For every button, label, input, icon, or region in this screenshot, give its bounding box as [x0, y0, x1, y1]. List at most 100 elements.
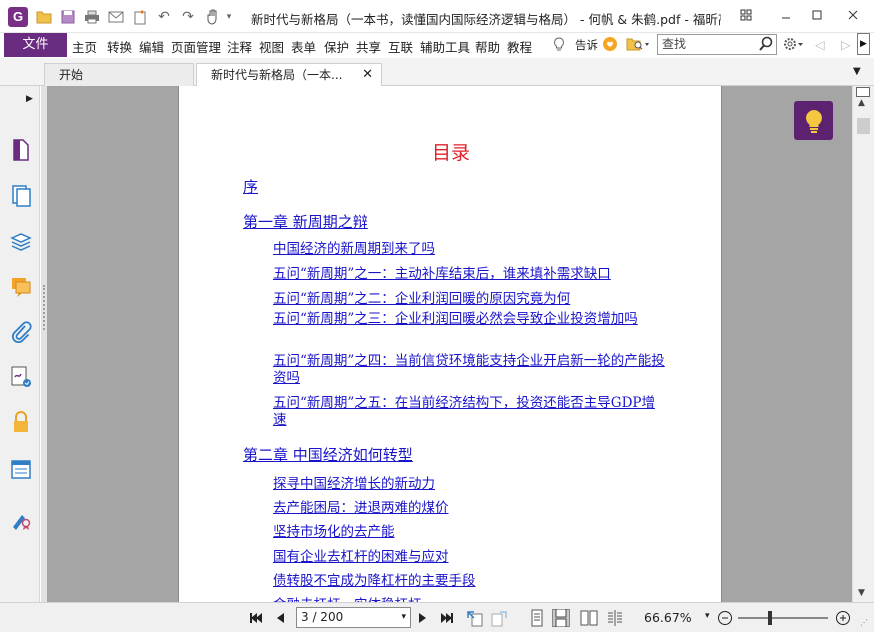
menu-accessibility[interactable]: 辅助工具	[420, 37, 470, 56]
window-title: 新时代与新格局（一本书，读懂国内国际经济逻辑与格局） - 何帆 & 朱鹤.pdf…	[251, 12, 721, 27]
save-icon[interactable]	[58, 7, 78, 27]
pages-icon[interactable]	[10, 184, 32, 208]
menu-comment[interactable]: 注释	[227, 37, 252, 56]
settings-gear-icon[interactable]	[782, 36, 804, 55]
scroll-down-icon[interactable]: ▼	[858, 588, 865, 598]
zoom-in-icon[interactable]	[834, 609, 852, 627]
toc-entry[interactable]: 国有企业去杠杆的困难与应对	[273, 545, 449, 565]
toc-entry[interactable]: 去产能困局：进退两难的煤价	[273, 496, 449, 516]
app-logo[interactable]: G	[8, 7, 28, 27]
tab-document-label: 新时代与新格局（一本...	[211, 68, 343, 82]
tab-start-label: 开始	[59, 68, 84, 82]
feedback-icon[interactable]	[602, 36, 618, 55]
menu-edit[interactable]: 编辑	[139, 37, 164, 56]
menu-organize[interactable]: 页面管理	[171, 37, 221, 56]
toc-entry[interactable]: 金融去杠杆，实体稳杠杆	[273, 593, 422, 602]
menu-convert[interactable]: 转换	[107, 37, 132, 56]
lightbulb-small-icon[interactable]	[553, 37, 565, 55]
toc-entry[interactable]: 第一章 新周期之辩	[243, 211, 368, 232]
search-icon[interactable]	[758, 36, 774, 52]
split-view-handle[interactable]	[856, 87, 870, 97]
form-fields-icon[interactable]	[10, 458, 32, 482]
hand-tool-icon[interactable]	[203, 7, 223, 27]
menu-tutorial[interactable]: 教程	[507, 37, 532, 56]
zoom-slider-thumb[interactable]	[768, 611, 772, 625]
expand-panel-icon[interactable]: ▶	[26, 94, 33, 104]
scroll-up-icon[interactable]: ▲	[858, 98, 865, 108]
next-view-icon[interactable]	[490, 609, 508, 627]
vertical-scrollbar[interactable]: ▲ ▼	[852, 86, 874, 602]
document-viewport[interactable]: 目录 序 第一章 新周期之辩 中国经济的新周期到来了吗 五问“新周期”之一：主动…	[47, 86, 852, 602]
tab-start[interactable]: 开始	[44, 63, 194, 87]
undo-icon[interactable]: ↶	[154, 7, 174, 27]
menu-protect[interactable]: 保护	[324, 37, 349, 56]
toc-entry[interactable]: 中国经济的新周期到来了吗	[273, 237, 435, 257]
toc-entry[interactable]: 五问“新周期”之五：在当前经济结构下，投资还能否主导GDP增速	[273, 395, 665, 429]
continuous-facing-view-icon[interactable]	[606, 609, 624, 627]
menu-help[interactable]: 帮助	[475, 37, 500, 56]
previous-view-icon[interactable]	[466, 609, 484, 627]
resize-grip-icon[interactable]: ⋰	[855, 613, 873, 631]
security-lock-icon[interactable]	[10, 410, 32, 434]
menu-view[interactable]: 视图	[259, 37, 284, 56]
redo-icon[interactable]: ↷	[178, 7, 198, 27]
page-dropdown-icon[interactable]: ▾	[401, 608, 406, 627]
signature-icon[interactable]	[10, 365, 32, 389]
next-page-icon[interactable]	[414, 609, 432, 627]
maximize-icon[interactable]	[806, 6, 828, 24]
certify-icon[interactable]	[10, 507, 32, 531]
menu-home[interactable]: 主页	[72, 37, 97, 56]
zoom-level[interactable]: 66.67%	[644, 610, 692, 625]
ribbon-scroll-right-icon[interactable]: ▷	[841, 37, 851, 52]
toc-entry[interactable]: 五问“新周期”之二：企业利润回暖的原因究竟为何	[273, 287, 570, 307]
first-page-icon[interactable]	[247, 609, 265, 627]
close-window-icon[interactable]	[842, 6, 864, 24]
tell-me-label[interactable]: 告诉	[575, 37, 598, 53]
toc-entry[interactable]: 债转股不宜成为降杠杆的主要手段	[273, 569, 476, 589]
page-number-input[interactable]: 3 / 200 ▾	[296, 607, 411, 628]
toc-entry[interactable]: 五问“新周期”之三：企业利润回暖必然会导致企业投资增加吗	[273, 311, 665, 328]
toc-entry[interactable]: 五问“新周期”之四：当前信贷环境能支持企业开启新一轮的产能投资吗	[273, 353, 665, 387]
comments-icon[interactable]	[10, 275, 32, 299]
menu-form[interactable]: 表单	[291, 37, 316, 56]
email-icon[interactable]	[106, 7, 126, 27]
scroll-thumb[interactable]	[857, 118, 870, 134]
continuous-view-icon[interactable]	[552, 609, 570, 627]
new-document-icon[interactable]	[130, 7, 150, 27]
find-folder-icon[interactable]	[626, 36, 650, 55]
customize-dropdown-icon[interactable]: ▾	[222, 7, 236, 27]
menu-connect[interactable]: 互联	[388, 37, 413, 56]
minimize-icon[interactable]	[775, 6, 797, 24]
toc-entry[interactable]: 序	[243, 176, 258, 197]
ribbon-scroll-left-icon[interactable]: ◁	[815, 37, 825, 52]
single-page-view-icon[interactable]	[528, 609, 546, 627]
splitter-grip[interactable]	[43, 285, 45, 330]
tab-list-dropdown-icon[interactable]: ▼	[853, 66, 861, 77]
layers-icon[interactable]	[10, 230, 32, 254]
zoom-slider-track[interactable]	[738, 617, 828, 619]
toc-entry[interactable]: 五问“新周期”之一：主动补库结束后，谁来填补需求缺口	[273, 262, 611, 282]
page-thumbnail-icon[interactable]	[10, 138, 32, 162]
file-menu[interactable]: 文件	[4, 33, 67, 57]
open-folder-icon[interactable]	[34, 7, 54, 27]
menu-bar: 文件 主页 转换 编辑 页面管理 注释 视图 表单 保护 共享 互联 辅助工具 …	[0, 33, 874, 58]
facing-view-icon[interactable]	[580, 609, 598, 627]
print-icon[interactable]	[82, 7, 102, 27]
title-bar: G ↶ ↷ ▾ 新时代与新格局（一本书，读懂国内国际经济逻辑与格局） - 何帆 …	[0, 0, 874, 33]
toc-title: 目录	[431, 142, 470, 164]
zoom-dropdown-icon[interactable]: ▾	[705, 611, 710, 621]
status-bar: 3 / 200 ▾ 66.67% ▾ ⋰	[0, 602, 874, 632]
previous-page-icon[interactable]	[271, 609, 289, 627]
attachment-icon[interactable]	[10, 320, 32, 344]
last-page-icon[interactable]	[438, 609, 456, 627]
toc-entry[interactable]: 坚持市场化的去产能	[273, 520, 395, 540]
close-tab-icon[interactable]: ✕	[362, 64, 373, 86]
ribbon-expand-icon[interactable]: ▶	[857, 33, 870, 55]
ribbon-toggle-icon[interactable]	[735, 6, 757, 24]
ideas-lightbulb-button[interactable]	[794, 101, 833, 140]
toc-entry[interactable]: 第二章 中国经济如何转型	[243, 444, 413, 465]
zoom-out-icon[interactable]	[716, 609, 734, 627]
tab-document[interactable]: 新时代与新格局（一本... ✕	[196, 63, 382, 87]
toc-entry[interactable]: 探寻中国经济增长的新动力	[273, 472, 435, 492]
menu-share[interactable]: 共享	[356, 37, 381, 56]
